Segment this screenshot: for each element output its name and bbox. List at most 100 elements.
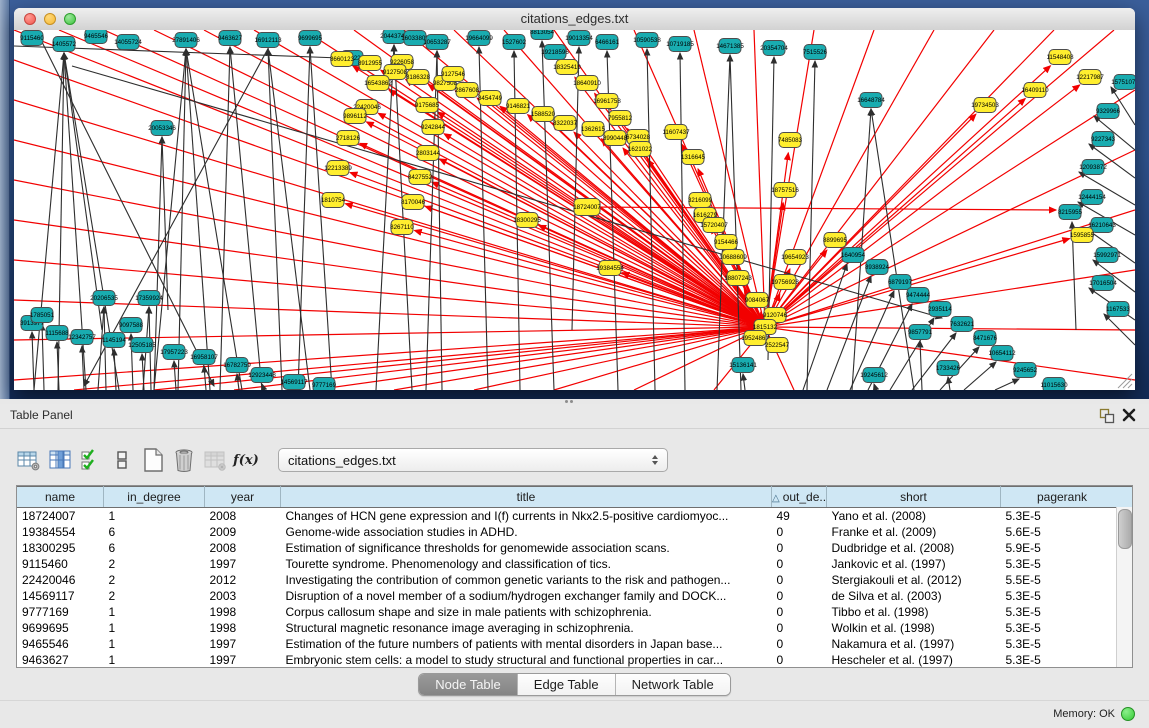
network-node[interactable]: 12213389	[324, 161, 352, 176]
network-node[interactable]: 1167533	[1106, 302, 1130, 317]
network-node[interactable]: 17359924	[135, 291, 163, 306]
network-node[interactable]: 8990448	[603, 131, 628, 146]
network-node[interactable]: 1316645	[681, 150, 706, 165]
network-node[interactable]: 1405572	[52, 37, 77, 52]
network-node[interactable]: 2718126	[336, 131, 361, 146]
network-node[interactable]: 10653287	[423, 35, 451, 50]
table-row[interactable]: 1830029562008Estimation of significance …	[17, 540, 1124, 556]
network-node[interactable]: 9463627	[218, 31, 243, 46]
network-node[interactable]: 1810754	[321, 193, 346, 208]
network-node[interactable]: 8186328	[406, 70, 431, 85]
network-node[interactable]: 8813054	[530, 30, 555, 40]
column-header-short[interactable]: short	[827, 487, 1001, 508]
network-node[interactable]: 19756928	[771, 275, 799, 290]
table-row[interactable]: 977716911998Corpus callosum shape and si…	[17, 604, 1124, 620]
memory-status-indicator[interactable]	[1121, 707, 1135, 721]
network-node[interactable]: 15992971	[1093, 248, 1121, 263]
network-node[interactable]: 17016504	[1089, 276, 1117, 291]
network-node[interactable]: 9154466	[714, 235, 739, 250]
float-window-icon[interactable]	[1099, 408, 1115, 424]
table-row[interactable]: 911546021997Tourette syndrome. Phenomeno…	[17, 556, 1124, 572]
network-node[interactable]: 8267110	[390, 220, 414, 235]
network-node[interactable]: 9127546	[441, 67, 466, 82]
table-row[interactable]: 946554611997Estimation of the future num…	[17, 636, 1124, 652]
column-header-pagerank[interactable]: pagerank	[1001, 487, 1124, 508]
network-node[interactable]: 9857791	[908, 325, 933, 340]
table-row[interactable]: 1872400712008Changes of HCN gene express…	[17, 508, 1124, 525]
network-node[interactable]: 16648784	[857, 93, 885, 108]
network-node[interactable]: 1145194	[102, 333, 126, 348]
network-node[interactable]: 18300295	[513, 213, 541, 228]
network-node[interactable]: 12093872	[1079, 160, 1107, 175]
table-settings-icon[interactable]	[16, 447, 42, 473]
network-node[interactable]: 7632621	[950, 317, 975, 332]
function-icon[interactable]: f(x)	[233, 447, 259, 473]
network-node[interactable]: 8427552	[408, 170, 433, 185]
close-icon[interactable]	[1121, 407, 1137, 423]
network-node[interactable]: 19664099	[465, 31, 493, 46]
network-canvas[interactable]: 9115460140557294655461405572427891406946…	[14, 30, 1135, 390]
network-node[interactable]: 1785051	[30, 308, 55, 323]
table-row[interactable]: 1456911722003Disruption of a novel membe…	[17, 588, 1124, 604]
network-node[interactable]: 7485083	[778, 133, 803, 148]
network-node[interactable]: 16958107	[190, 350, 218, 365]
window-titlebar[interactable]: citations_edges.txt	[14, 8, 1135, 31]
network-node[interactable]: 16961758	[593, 94, 621, 109]
new-document-icon[interactable]	[140, 447, 166, 473]
network-node[interactable]: 16543862	[364, 76, 392, 91]
network-node[interactable]: 9175685	[415, 98, 440, 113]
network-node[interactable]: 9227343	[1091, 132, 1116, 147]
network-node[interactable]: 14055724	[114, 35, 142, 50]
network-node[interactable]: 1362615	[581, 122, 606, 137]
network-node[interactable]: 7955812	[608, 111, 633, 126]
network-node[interactable]: 3216099	[688, 193, 713, 208]
network-node[interactable]: 9465546	[84, 30, 109, 44]
network-node[interactable]: 1595855	[1070, 228, 1095, 243]
network-node[interactable]: 2803144	[416, 146, 441, 161]
network-node[interactable]: 1640954	[841, 248, 866, 263]
network-node[interactable]: 12342757	[68, 330, 96, 345]
column-header-in-degree[interactable]: in_degree	[104, 487, 205, 508]
column-header-out-de-[interactable]: △out_de...	[772, 487, 827, 508]
network-node[interactable]: 11548408	[1046, 50, 1074, 65]
network-node[interactable]: 18325419	[553, 60, 581, 75]
tab-node-table[interactable]: Node Table	[419, 674, 518, 695]
network-node[interactable]: 18807243	[724, 271, 752, 286]
network-node[interactable]: 9329966	[1096, 104, 1121, 119]
network-node[interactable]: 20206535	[90, 291, 118, 306]
network-node[interactable]: 18640910	[573, 76, 601, 91]
column-select-icon[interactable]	[47, 447, 73, 473]
network-node[interactable]: 12217987	[1076, 70, 1104, 85]
network-node[interactable]: 2522547	[765, 338, 790, 353]
network-node[interactable]: 18757516	[771, 183, 799, 198]
network-node[interactable]: 8899695	[823, 233, 848, 248]
network-node[interactable]: 9084067	[745, 293, 770, 308]
network-node[interactable]: 19654923	[781, 250, 809, 265]
network-node[interactable]: 9699695	[298, 31, 323, 46]
network-node[interactable]: 19013354	[565, 31, 593, 46]
tab-edge-table[interactable]: Edge Table	[518, 674, 616, 695]
network-node[interactable]: 19734503	[971, 98, 999, 113]
network-node[interactable]: 6879197	[888, 275, 913, 290]
network-node[interactable]: 1527602	[502, 35, 527, 50]
network-node[interactable]: 8322037	[553, 116, 578, 131]
network-node[interactable]: 15751074	[1111, 75, 1135, 90]
column-header-year[interactable]: year	[205, 487, 281, 508]
network-node[interactable]: 19218596	[541, 45, 569, 60]
column-header-title[interactable]: title	[281, 487, 772, 508]
network-node[interactable]: 9777169	[312, 378, 337, 391]
network-node[interactable]: 7515526	[803, 45, 828, 60]
network-node[interactable]: 14569117	[280, 375, 308, 390]
network-node[interactable]: 12444154	[1078, 190, 1106, 205]
network-node[interactable]: 8454749	[478, 91, 503, 106]
network-node[interactable]: 10719185	[666, 37, 694, 52]
table-row[interactable]: 1938455462009Genome-wide association stu…	[17, 524, 1124, 540]
scrollbar-thumb[interactable]	[1118, 509, 1132, 549]
network-node[interactable]: 19384554	[596, 261, 624, 276]
network-node[interactable]: 9474444	[906, 288, 931, 303]
column-header-name[interactable]: name	[17, 487, 104, 508]
network-node[interactable]: 12923448	[248, 368, 276, 383]
network-node[interactable]: 9115460	[20, 31, 44, 46]
network-node[interactable]: 2935114	[928, 302, 952, 317]
table-select-dropdown[interactable]: citations_edges.txt	[278, 448, 668, 472]
